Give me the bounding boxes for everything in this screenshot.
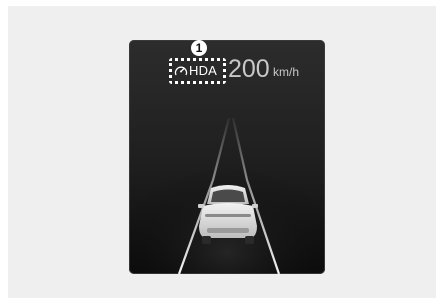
vehicle-icon [198, 185, 258, 244]
hda-label: HDA [189, 63, 218, 78]
speedometer-icon [174, 66, 188, 76]
set-speed-value: 200 [228, 55, 270, 83]
speed-unit: km/h [273, 65, 300, 79]
cluster-display: 1 HDA 200 km/h [129, 40, 325, 274]
callout-badge: 1 [191, 40, 207, 56]
